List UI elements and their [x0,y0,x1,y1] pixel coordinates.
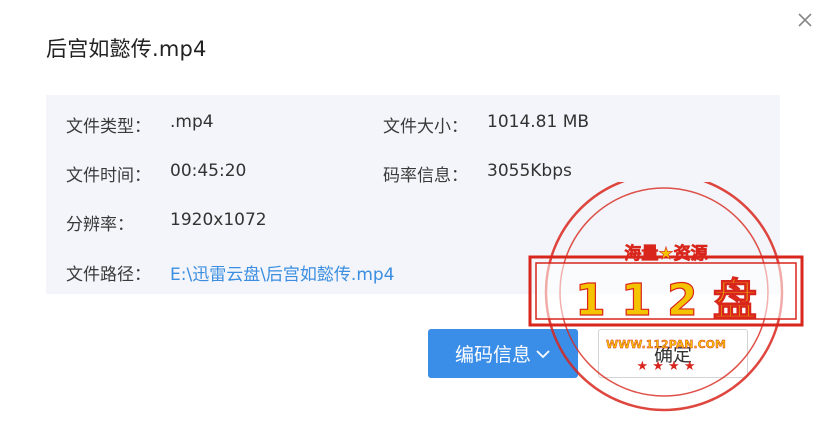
file-path-link[interactable]: E:\迅雷云盘\后宫如懿传.mp4 [170,260,395,285]
resolution-label: 分辨率： [66,215,134,235]
dialog-title: 后宫如懿传.mp4 [46,37,207,61]
file-type-label: 文件类型： [66,117,151,137]
resolution-value: 1920x1072 [170,210,267,230]
ok-button[interactable]: 确定 [598,329,748,378]
chevron-down-icon [535,343,551,365]
bitrate-value: 3055Kbps [487,161,572,181]
file-info-panel: 文件类型： .mp4 文件大小： 1014.81 MB 文件时间： 00:45:… [46,95,780,294]
codec-info-label: 编码信息 [454,344,531,366]
file-info-dialog: 后宫如懿传.mp4 文件类型： .mp4 文件大小： 1014.81 MB 文件… [0,0,830,420]
bitrate-label: 码率信息： [383,166,468,186]
codec-info-button[interactable]: 编码信息 [428,329,578,378]
file-duration-label: 文件时间： [66,166,151,186]
close-icon[interactable] [795,10,815,30]
ok-label: 确定 [653,344,692,366]
file-size-value: 1014.81 MB [487,112,590,132]
file-type-value: .mp4 [170,112,214,132]
file-path-label: 文件路径： [66,265,151,285]
file-duration-value: 00:45:20 [170,161,247,181]
file-size-label: 文件大小： [383,117,468,137]
